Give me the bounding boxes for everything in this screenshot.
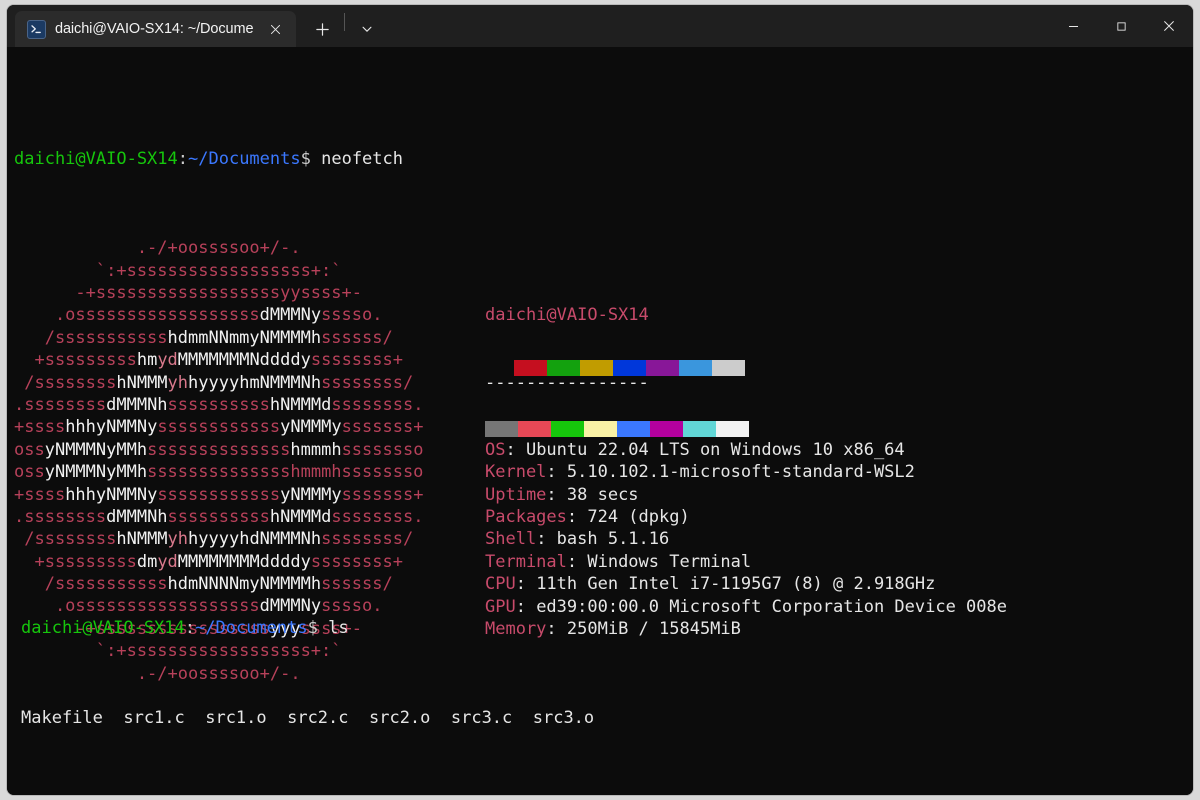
ascii-art-line: +ssssssssshmydMMMMMMMNddddyssssssss+ (14, 350, 403, 371)
ascii-art-line: .ssssssssdMMMNhsssssssssshNMMMdssssssss. (14, 394, 424, 415)
terminal-prompt-icon (27, 19, 46, 39)
prompt-line-ls: daichi@VAIO-SX14:~/Documents$ ls (21, 618, 349, 639)
prompt-user-host: daichi@VAIO-SX14 (14, 148, 178, 169)
chevron-down-icon[interactable] (347, 11, 387, 47)
palette-swatch-bottom-5 (650, 420, 683, 437)
toolbar-separator (344, 12, 346, 31)
palette-swatch-bottom-6 (683, 420, 716, 437)
ascii-art-line: /ssssssssssshdmmNNmmyNMMMMhssssss/ (14, 327, 393, 348)
tab-terminal[interactable]: daichi@VAIO-SX14: ~/Docume (15, 11, 297, 47)
close-tab-icon[interactable] (262, 16, 288, 42)
prompt-path: ~/Documents (188, 148, 301, 169)
prompt-line-neofetch: daichi@VAIO-SX14:~/Documents$ neofetch (14, 148, 1184, 170)
ascii-art-line: .-/+oossssoo+/-. (14, 238, 301, 259)
palette-swatch-top-4 (646, 359, 679, 376)
neofetch-field-value: : 38 secs (546, 484, 639, 505)
ascii-art-line: .ossssssssssssssssssdMMMNysssso. (14, 305, 383, 326)
terminal-output-area[interactable]: daichi@VAIO-SX14:~/Documents$ neofetch .… (7, 47, 1193, 795)
palette-row-top (485, 359, 749, 376)
neofetch-field-shell: Shell: bash 5.1.16 (485, 528, 1007, 550)
neofetch-field-key: Uptime (485, 484, 547, 505)
neofetch-block: daichi@VAIO-SX14:~/Documents$ neofetch .… (14, 58, 1184, 728)
tab-strip: daichi@VAIO-SX14: ~/Docume (7, 5, 387, 47)
palette-swatch-top-3 (613, 359, 646, 376)
neofetch-field-value: : bash 5.1.16 (536, 529, 670, 550)
close-window-button[interactable] (1145, 5, 1193, 47)
minimize-button[interactable] (1049, 5, 1097, 47)
terminal-window: daichi@VAIO-SX14: ~/Docume daichi@VAIO-S… (6, 4, 1194, 796)
title-bar: daichi@VAIO-SX14: ~/Docume (7, 5, 1193, 47)
new-tab-button[interactable] (302, 11, 342, 47)
ascii-art-line: +sssshhhyNMMNyssssssssssssyNMMMysssssss+ (14, 484, 424, 505)
neofetch-field-key: Packages (485, 507, 567, 528)
palette-swatch-top-6 (712, 359, 745, 376)
ascii-art-line: -+ssssssssssssssssssyyssss+- (14, 283, 362, 304)
shell-session-tail: daichi@VAIO-SX14:~/Documents$ ls Makefil… (21, 550, 594, 795)
palette-swatch-bottom-3 (584, 420, 617, 437)
palette-row-bottom (485, 420, 749, 437)
neofetch-field-key: Shell (485, 529, 537, 550)
tab-title: daichi@VAIO-SX14: ~/Docume (55, 21, 254, 37)
window-controls (1049, 5, 1193, 47)
ascii-art-line: /sssssssshNMMMyhhyyyyhmNMMMNhssssssss/ (14, 372, 414, 393)
palette-swatch-bottom-0 (485, 420, 518, 437)
prompt-dollar: $ (300, 148, 311, 169)
palette-swatch-bottom-4 (617, 420, 650, 437)
ascii-art-line: +sssshhhyNMMNyssssssssssssyNMMMysssssss+ (14, 417, 424, 438)
ascii-art-line: ossyNMMMNyMMhsssssssssssssshmmmhssssssso (14, 439, 424, 460)
command-ls: ls (328, 618, 349, 639)
palette-swatch-bottom-2 (551, 420, 584, 437)
ascii-art-line: ossyNMMMNyMMhsssssssssssssshmmmhssssssso (14, 462, 424, 483)
maximize-button[interactable] (1097, 5, 1145, 47)
palette-swatch-top-0 (514, 359, 547, 376)
palette-swatch-top-1 (547, 359, 580, 376)
palette-offset-spacer (485, 360, 514, 376)
neofetch-field-value: : Windows Terminal (566, 551, 752, 572)
neofetch-color-palette (485, 315, 749, 481)
palette-swatch-top-5 (679, 359, 712, 376)
palette-swatch-top-2 (580, 359, 613, 376)
palette-swatch-bottom-7 (716, 420, 749, 437)
ascii-art-line: `:+ssssssssssssssssss+:` (14, 260, 342, 281)
ascii-art-line: .ssssssssdMMMNhsssssssssshNMMMdssssssss. (14, 506, 424, 527)
neofetch-field-value: : 724 (dpkg) (566, 507, 690, 528)
palette-swatch-bottom-1 (518, 420, 551, 437)
ascii-art-line: /sssssssshNMMMyhhyyyyhdNMMMNhssssssss/ (14, 529, 414, 550)
neofetch-field-packages: Packages: 724 (dpkg) (485, 506, 1007, 528)
prompt-colon: : (177, 148, 189, 169)
neofetch-field-uptime: Uptime: 38 secs (485, 484, 1007, 506)
command-neofetch: neofetch (321, 148, 403, 169)
ls-output: Makefile src1.c src1.o src2.c src2.o src… (21, 707, 595, 728)
